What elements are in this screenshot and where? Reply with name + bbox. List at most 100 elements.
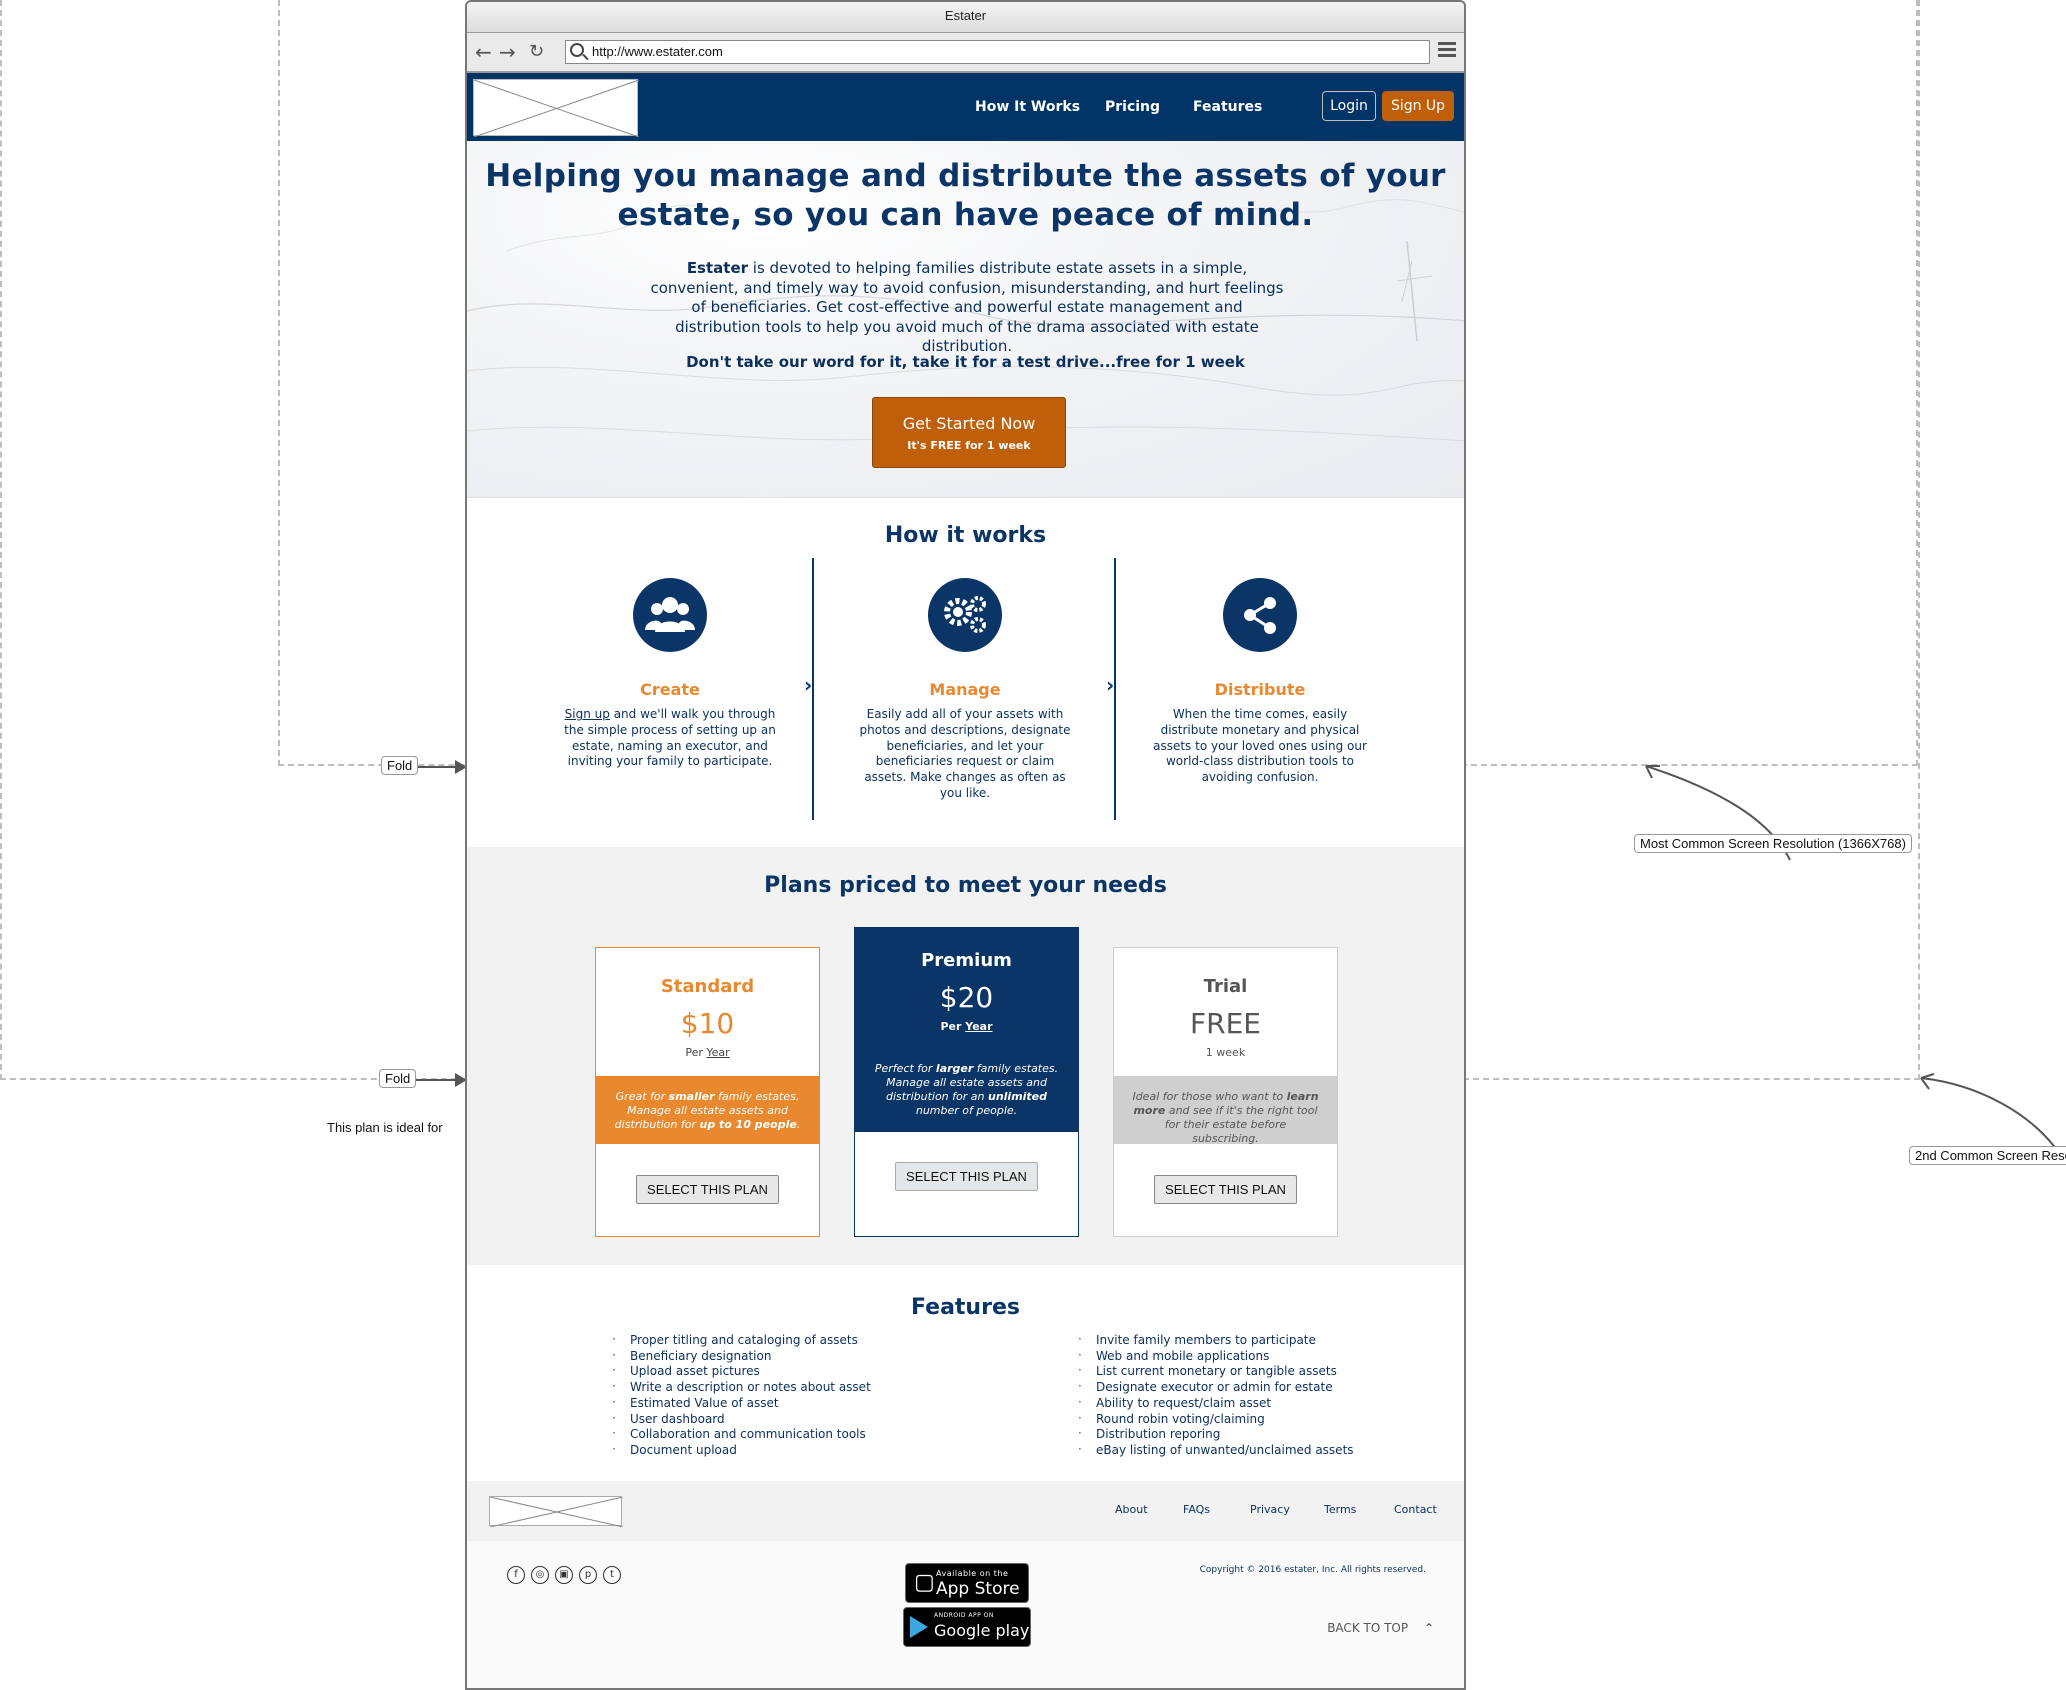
plan-trial-name: Trial <box>1203 976 1248 997</box>
how-title: How it works <box>884 523 1047 548</box>
feature-item: Estimated Value of asset <box>612 1395 871 1412</box>
step-create: Create Sign up and we'll walk you throug… <box>560 578 780 770</box>
get-started-sublabel: It's FREE for 1 week <box>907 439 1031 452</box>
fold-arrow-2 <box>410 1079 460 1081</box>
share-icon <box>1223 578 1297 652</box>
fold-label-1: Fold <box>381 756 419 775</box>
footer-nav: About FAQs Privacy Terms Contact <box>467 1481 1464 1541</box>
footer-logo-placeholder[interactable] <box>489 1496 623 1527</box>
step-create-title: Create <box>640 680 700 699</box>
plan-premium-description: Perfect for larger family estates. Manag… <box>855 1056 1078 1132</box>
feature-item: Write a description or notes about asset <box>612 1379 871 1396</box>
feature-item: Upload asset pictures <box>612 1363 871 1380</box>
signup-button[interactable]: Sign Up <box>1382 91 1454 121</box>
resolution-2-label: 2nd Common Screen Resolution <box>1909 1146 2066 1165</box>
fold-arrow-1 <box>412 766 460 768</box>
facebook-icon[interactable]: f <box>507 1566 525 1584</box>
back-to-top-link[interactable]: BACK TO TOP ⌃ <box>1327 1621 1434 1635</box>
feature-item: Ability to request/claim asset <box>1078 1395 1354 1412</box>
feature-item: Web and mobile applications <box>1078 1348 1354 1365</box>
plan-premium-price: $20 <box>939 981 994 1014</box>
signup-link[interactable]: Sign up <box>565 707 610 721</box>
divider-2 <box>1114 558 1116 820</box>
plan-note: This plan is ideal for <box>327 1120 443 1135</box>
google-play-button[interactable]: ANDROID APP ON Google play <box>903 1607 1031 1647</box>
plan-standard-description: Great for smaller family estates. Manage… <box>596 1076 819 1144</box>
plan-premium-name: Premium <box>921 950 1012 971</box>
nav-pricing[interactable]: Pricing <box>1105 73 1160 141</box>
plan-trial-description: Ideal for those who want to learn more a… <box>1114 1076 1337 1145</box>
plans-title: Plans priced to meet your needs <box>764 873 1167 898</box>
feature-item: Proper titling and cataloging of assets <box>612 1332 871 1349</box>
step-manage-text: Easily add all of your assets with photo… <box>859 707 1071 800</box>
site-header: How It Works Pricing Features Login Sign… <box>467 73 1464 141</box>
select-standard-button[interactable]: SELECT THIS PLAN <box>636 1175 779 1204</box>
step-create-text: Sign up and we'll walk you through the s… <box>564 707 776 769</box>
plan-premium: Premium $20 Per Year Perfect for larger … <box>854 927 1079 1237</box>
step-manage: Manage Easily add all of your assets wit… <box>855 578 1075 802</box>
search-icon <box>570 43 584 57</box>
features-title: Features <box>911 1295 1020 1320</box>
hero-description: Estater is devoted to helping families d… <box>647 259 1287 357</box>
resolution-1-label: Most Common Screen Resolution (1366X768) <box>1634 834 1912 853</box>
get-started-button[interactable]: Get Started Now It's FREE for 1 week <box>872 397 1066 468</box>
divider-1 <box>812 558 814 820</box>
chevron-right-icon: › <box>804 673 813 697</box>
select-trial-button[interactable]: SELECT THIS PLAN <box>1154 1175 1297 1204</box>
step-distribute-title: Distribute <box>1214 680 1306 699</box>
window-title: Estater <box>467 2 1464 33</box>
pricing-section: Plans priced to meet your needs Standard… <box>467 847 1464 1265</box>
hero-brand: Estater <box>686 259 749 277</box>
footer-faqs-link[interactable]: FAQs <box>1183 1503 1210 1516</box>
forward-icon[interactable]: → <box>499 41 516 63</box>
back-icon[interactable]: ← <box>475 41 492 63</box>
hero-cta-text: Don't take our word for it, take it for … <box>686 353 1245 371</box>
plan-trial: Trial FREE 1 week Ideal for those who wa… <box>1113 947 1338 1237</box>
plan-standard: Standard $10 Per Year Great for smaller … <box>595 947 820 1237</box>
select-premium-button[interactable]: SELECT THIS PLAN <box>895 1162 1038 1191</box>
feature-item: eBay listing of unwanted/unclaimed asset… <box>1078 1442 1354 1459</box>
instagram-icon[interactable]: ▣ <box>555 1566 573 1584</box>
app-store-button[interactable]: ▢ Available on the App Store <box>905 1563 1029 1603</box>
how-it-works-section: How it works Create Sign up and we'll wa… <box>467 497 1464 847</box>
address-text: http://www.estater.com <box>592 44 723 59</box>
footer-contact-link[interactable]: Contact <box>1394 1503 1437 1516</box>
footer-terms-link[interactable]: Terms <box>1324 1503 1356 1516</box>
play-icon <box>910 1616 928 1638</box>
browser-window: Estater ← → ↻ http://www.estater.com How… <box>465 0 1466 1690</box>
feature-item: Beneficiary designation <box>612 1348 871 1365</box>
nav-how-it-works[interactable]: How It Works <box>975 73 1080 141</box>
step-distribute: Distribute When the time comes, easily d… <box>1150 578 1370 786</box>
plan-standard-period: Per Year <box>685 1046 730 1059</box>
browser-toolbar: ← → ↻ http://www.estater.com <box>467 33 1464 73</box>
feature-item: List current monetary or tangible assets <box>1078 1363 1354 1380</box>
twitter-icon[interactable]: t <box>603 1566 621 1584</box>
plan-premium-period: Per Year <box>940 1020 993 1033</box>
features-section: Features Proper titling and cataloging o… <box>467 1265 1464 1481</box>
plan-standard-price: $10 <box>680 1007 735 1040</box>
pinterest-icon[interactable]: p <box>579 1566 597 1584</box>
features-list-left: Proper titling and cataloging of assets … <box>612 1332 871 1459</box>
footer-privacy-link[interactable]: Privacy <box>1250 1503 1290 1516</box>
logo-placeholder[interactable] <box>473 79 639 137</box>
chevron-right-icon: › <box>1106 673 1115 697</box>
login-button[interactable]: Login <box>1322 91 1376 121</box>
chevron-up-icon: ⌃ <box>1423 1621 1434 1635</box>
feature-item: Round robin voting/claiming <box>1078 1411 1354 1428</box>
hero-headline: Helping you manage and distribute the as… <box>485 158 1446 233</box>
reload-icon[interactable]: ↻ <box>529 41 544 63</box>
nav-features[interactable]: Features <box>1193 73 1262 141</box>
plan-trial-price: FREE <box>1190 1007 1261 1040</box>
apple-icon: ▢ <box>914 1570 935 1595</box>
address-bar[interactable]: http://www.estater.com <box>565 40 1430 64</box>
gears-icon <box>928 578 1002 652</box>
step-distribute-text: When the time comes, easily distribute m… <box>1153 707 1367 785</box>
plan-trial-period: 1 week <box>1205 1046 1246 1059</box>
hero-section: Helping you manage and distribute the as… <box>467 141 1464 497</box>
menu-icon[interactable] <box>1438 42 1456 60</box>
footer-about-link[interactable]: About <box>1115 1503 1148 1516</box>
feature-item: Distribution reporing <box>1078 1426 1354 1443</box>
dribbble-icon[interactable]: ◎ <box>531 1566 549 1584</box>
get-started-label: Get Started Now <box>902 414 1036 433</box>
feature-item: User dashboard <box>612 1411 871 1428</box>
